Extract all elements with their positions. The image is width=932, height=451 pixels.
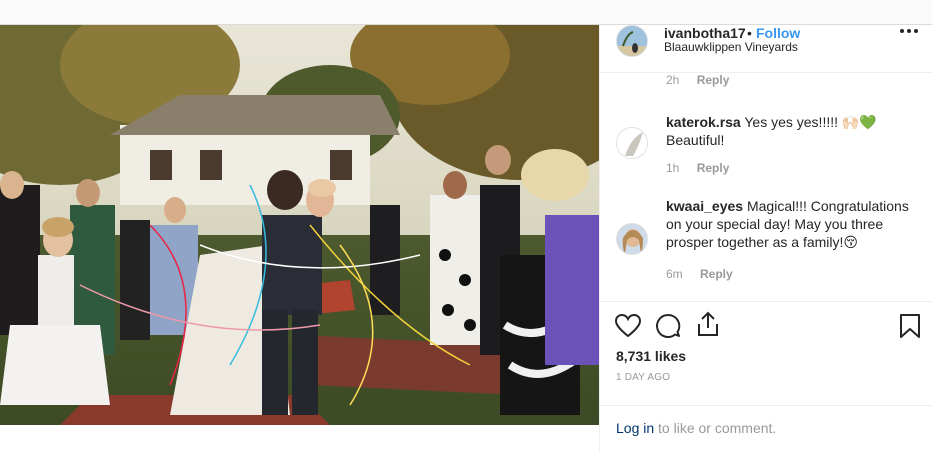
- comment-time: 1h: [666, 161, 680, 175]
- post-header: ivanbotha17 • Follow Blaauwklippen Viney…: [600, 25, 932, 73]
- reply-button[interactable]: Reply: [697, 161, 730, 175]
- comment-meta: 1h Reply: [666, 161, 729, 175]
- follow-button[interactable]: Follow: [756, 25, 800, 41]
- login-prompt-suffix: to like or comment.: [654, 420, 777, 436]
- comment-time: 6m: [666, 267, 683, 281]
- post-side-panel: ivanbotha17 • Follow Blaauwklippen Viney…: [599, 25, 932, 451]
- comment-icon[interactable]: [654, 312, 682, 340]
- comment-meta: 2h Reply: [666, 73, 729, 87]
- comment-meta: 6m Reply: [666, 267, 733, 281]
- reply-button[interactable]: Reply: [697, 73, 730, 87]
- bookmark-icon[interactable]: [896, 312, 924, 340]
- post-photo[interactable]: [0, 25, 599, 425]
- likes-count[interactable]: 8,731 likes: [616, 348, 686, 364]
- author-avatar[interactable]: [616, 25, 648, 57]
- comments-list[interactable]: 2h Reply katerok.rsa Yes yes yes!!!!! 🙌🏻…: [600, 73, 932, 301]
- heart-icon[interactable]: [614, 312, 642, 340]
- comment-body: kwaai_eyes Magical!!! Congratulations on…: [666, 197, 916, 251]
- post-card: ivanbotha17 • Follow Blaauwklippen Viney…: [0, 24, 932, 451]
- wedding-photo-image: [0, 25, 599, 425]
- comment-username[interactable]: katerok.rsa: [666, 114, 741, 130]
- login-link[interactable]: Log in: [616, 420, 654, 436]
- comment-body: katerok.rsa Yes yes yes!!!!! 🙌🏻💚 Beautif…: [666, 113, 916, 149]
- comment-time: 2h: [666, 73, 680, 87]
- share-icon[interactable]: [694, 310, 722, 338]
- reply-button[interactable]: Reply: [700, 267, 733, 281]
- commenter-avatar[interactable]: [616, 223, 648, 255]
- post-timestamp[interactable]: 1 DAY AGO: [616, 372, 670, 383]
- comment-username[interactable]: kwaai_eyes: [666, 198, 743, 214]
- more-icon[interactable]: [900, 27, 918, 33]
- post-location[interactable]: Blaauwklippen Vineyards: [664, 40, 798, 54]
- separator-dot: •: [747, 25, 752, 41]
- login-prompt: Log in to like or comment.: [600, 405, 932, 451]
- commenter-avatar[interactable]: [616, 127, 648, 159]
- login-prompt-text: Log in to like or comment.: [616, 420, 776, 436]
- author-username[interactable]: ivanbotha17: [664, 25, 746, 41]
